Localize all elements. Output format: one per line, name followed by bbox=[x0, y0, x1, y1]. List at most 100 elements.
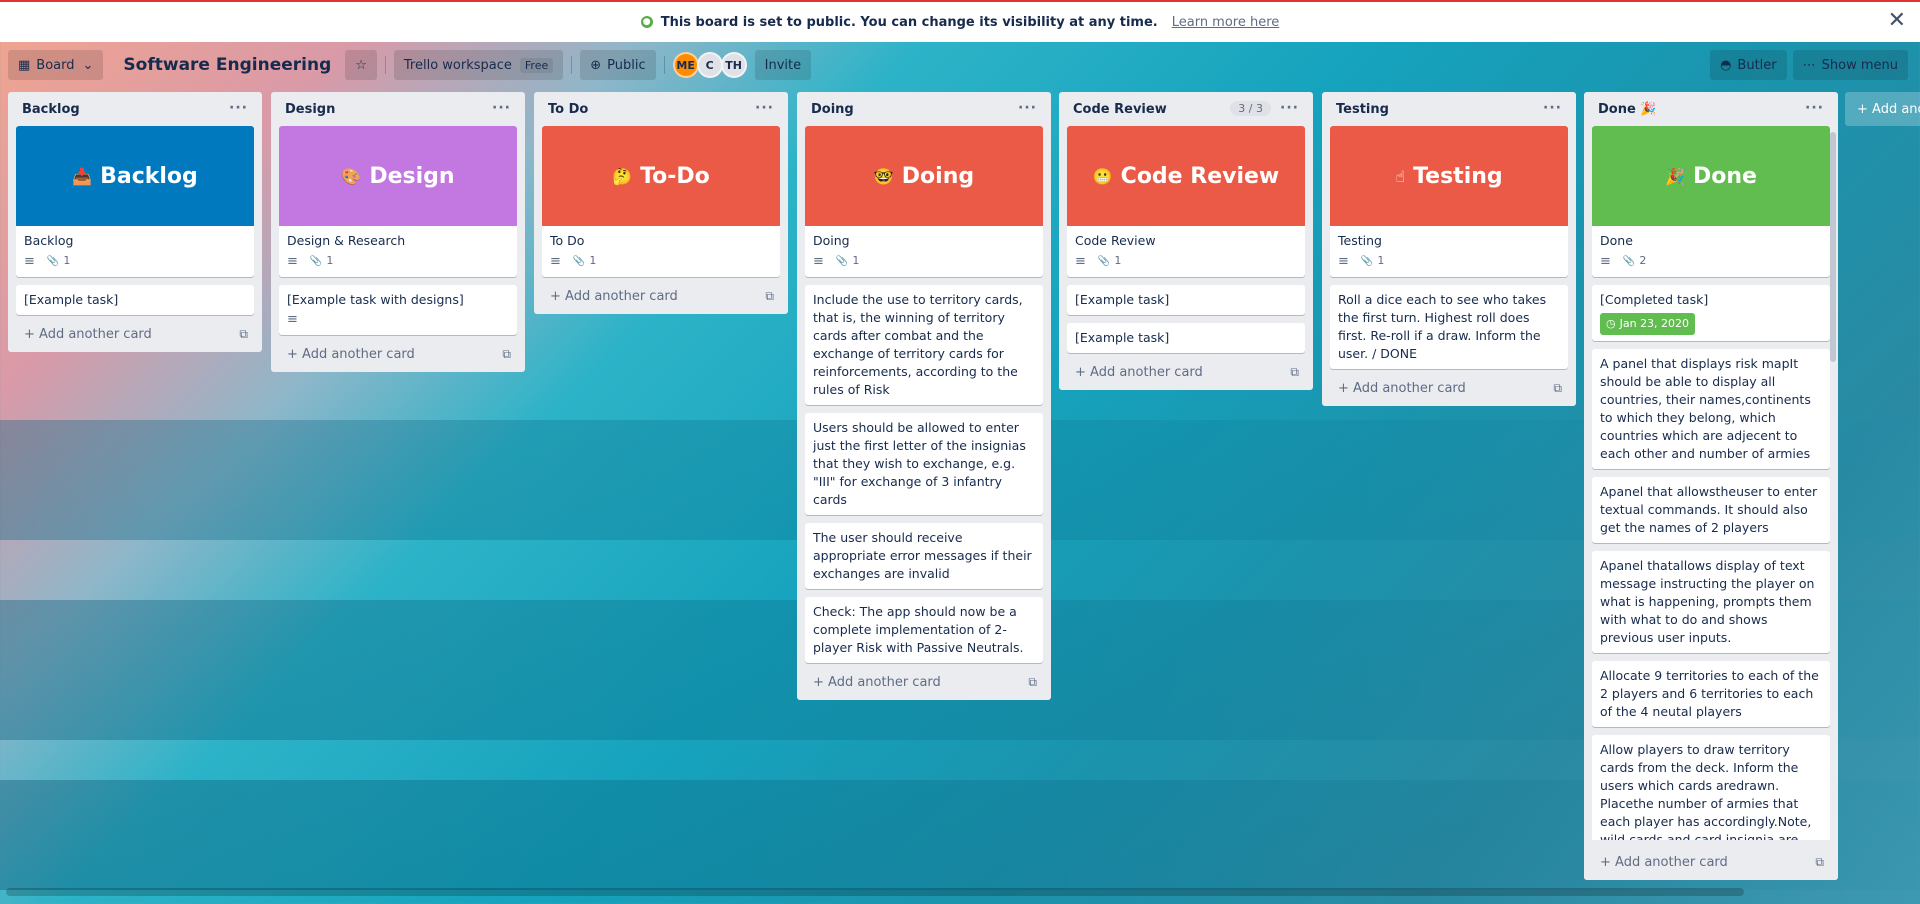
list-header[interactable]: Done 🎉 ··· bbox=[1584, 92, 1838, 126]
card[interactable]: 🎉 Done Done ≡ 📎 2 bbox=[1592, 126, 1830, 277]
cover-text: Doing bbox=[901, 163, 975, 189]
list-menu-icon[interactable]: ··· bbox=[492, 100, 511, 116]
board-view-button[interactable]: ▦ Board ⌄ bbox=[8, 50, 104, 80]
show-menu-label: Show menu bbox=[1821, 57, 1898, 73]
description-icon: ≡ bbox=[287, 312, 298, 327]
list-menu-icon[interactable]: ··· bbox=[1018, 100, 1037, 116]
card[interactable]: [Example task] bbox=[1067, 285, 1305, 315]
chevron-down-icon: ⌄ bbox=[82, 57, 94, 73]
card-template-icon[interactable]: ⧉ bbox=[765, 289, 774, 304]
add-card-button[interactable]: + Add another card ⧉ bbox=[534, 285, 788, 314]
board-header: ▦ Board ⌄ Software Engineering ☆ Trello … bbox=[0, 44, 1920, 86]
add-card-button[interactable]: + Add another card ⧉ bbox=[8, 323, 262, 352]
card-template-icon[interactable]: ⧉ bbox=[502, 347, 511, 362]
add-card-button[interactable]: + Add another card ⧉ bbox=[1584, 849, 1838, 880]
list-header[interactable]: Testing ··· bbox=[1322, 92, 1576, 126]
add-card-button[interactable]: + Add another card ⧉ bbox=[1059, 361, 1313, 390]
card[interactable]: ☝ Testing Testing ≡ 📎 1 bbox=[1330, 126, 1568, 277]
card[interactable]: Apanel thatallows display of text messag… bbox=[1592, 551, 1830, 653]
card[interactable]: [Example task] bbox=[16, 285, 254, 315]
card[interactable]: Roll a dice each to see who takes the fi… bbox=[1330, 285, 1568, 369]
list-scrollbar[interactable] bbox=[1830, 132, 1836, 362]
card[interactable]: 🤔 To-Do To Do ≡ 📎 1 bbox=[542, 126, 780, 277]
card[interactable]: [Example task] bbox=[1067, 323, 1305, 353]
card-title: Design & Research bbox=[287, 233, 406, 248]
list-header[interactable]: Doing ··· bbox=[797, 92, 1051, 126]
list-backlog: Backlog ··· 📥 Backlog Backlog ≡ 📎 1 [Example tas… bbox=[8, 92, 262, 352]
attachment-count: 1 bbox=[1377, 254, 1385, 267]
card-title: Include the use to territory cards, that… bbox=[813, 292, 1023, 397]
butler-button[interactable]: ◓ Butler bbox=[1710, 50, 1787, 80]
list-title[interactable]: Code Review bbox=[1073, 102, 1167, 117]
card[interactable]: 😬 Code Review Code Review ≡ 📎 1 bbox=[1067, 126, 1305, 277]
list-header[interactable]: To Do ··· bbox=[534, 92, 788, 126]
list-header[interactable]: Code Review 3 / 3 ··· bbox=[1059, 92, 1313, 126]
avatar[interactable]: TH bbox=[720, 52, 747, 78]
free-badge: Free bbox=[519, 57, 554, 73]
card[interactable]: A panel that displays risk mapIt should … bbox=[1592, 349, 1830, 469]
attachment-icon: 📎 bbox=[309, 256, 323, 267]
attachment-badge: 📎 1 bbox=[573, 252, 596, 271]
learn-more-link[interactable]: Learn more here bbox=[1172, 15, 1280, 30]
add-card-button[interactable]: + Add another card ⧉ bbox=[797, 671, 1051, 700]
card[interactable]: 📥 Backlog Backlog ≡ 📎 1 bbox=[16, 126, 254, 277]
cover-emoji-icon: 🎉 bbox=[1665, 166, 1685, 186]
card-template-icon[interactable]: ⧉ bbox=[1028, 675, 1037, 690]
card[interactable]: 🤓 Doing Doing ≡ 📎 1 bbox=[805, 126, 1043, 277]
list-title[interactable]: To Do bbox=[548, 102, 588, 117]
list-title[interactable]: Done 🎉 bbox=[1598, 102, 1657, 117]
card-template-icon[interactable]: ⧉ bbox=[239, 327, 248, 342]
add-list-button[interactable]: + Add another list bbox=[1845, 92, 1920, 126]
card[interactable]: Allocate 9 territories to each of the 2 … bbox=[1592, 661, 1830, 727]
star-button[interactable]: ☆ bbox=[345, 50, 377, 80]
card-title: Apanel thatallows display of text messag… bbox=[1600, 558, 1815, 645]
list-title[interactable]: Design bbox=[285, 102, 335, 117]
list-title[interactable]: Backlog bbox=[22, 102, 80, 117]
list-menu-icon[interactable]: ··· bbox=[229, 100, 248, 116]
board-title[interactable]: Software Engineering bbox=[123, 55, 331, 75]
attachment-badge: 📎 1 bbox=[47, 252, 70, 271]
list-title[interactable]: Testing bbox=[1336, 102, 1389, 117]
list-title[interactable]: Doing bbox=[811, 102, 854, 117]
due-date-badge[interactable]: ◷ Jan 23, 2020 bbox=[1600, 313, 1696, 335]
visibility-button[interactable]: ⊕ Public bbox=[580, 50, 656, 80]
workspace-button[interactable]: Trello workspace Free bbox=[393, 50, 564, 80]
list-menu-icon[interactable]: ··· bbox=[1543, 100, 1562, 116]
card[interactable]: [Completed task] ◷ Jan 23, 2020 bbox=[1592, 285, 1830, 341]
list-header[interactable]: Design ··· bbox=[271, 92, 525, 126]
add-card-button[interactable]: + Add another card ⧉ bbox=[271, 343, 525, 372]
card-title: [Example task with designs] bbox=[287, 292, 464, 307]
attachment-icon: 📎 bbox=[1097, 256, 1111, 267]
card[interactable]: Include the use to territory cards, that… bbox=[805, 285, 1043, 405]
card[interactable]: The user should receive appropriate erro… bbox=[805, 523, 1043, 589]
list-menu-icon[interactable]: ··· bbox=[1280, 100, 1299, 116]
avatar[interactable]: ME bbox=[672, 52, 699, 78]
list-header[interactable]: Backlog ··· bbox=[8, 92, 262, 126]
horizontal-scrollbar[interactable] bbox=[6, 888, 1744, 896]
avatar[interactable]: C bbox=[696, 52, 723, 78]
card[interactable]: Users should be allowed to enter just th… bbox=[805, 413, 1043, 515]
card[interactable]: [Example task with designs] ≡ bbox=[279, 285, 517, 335]
cover-emoji-icon: 📥 bbox=[72, 166, 93, 186]
card-title: Backlog bbox=[24, 233, 74, 248]
list-menu-icon[interactable]: ··· bbox=[1805, 100, 1824, 116]
card-title: Allow players to draw territory cards fr… bbox=[1600, 742, 1812, 840]
card-template-icon[interactable]: ⧉ bbox=[1290, 365, 1299, 380]
list-doing: Doing ··· 🤓 Doing Doing ≡ 📎 1 Include the use to… bbox=[797, 92, 1051, 700]
butler-icon: ◓ bbox=[1720, 57, 1732, 73]
card[interactable]: Allow players to draw territory cards fr… bbox=[1592, 735, 1830, 840]
card[interactable]: 🎨 Design Design & Research ≡ 📎 1 bbox=[279, 126, 517, 277]
add-card-button[interactable]: + Add another card ⧉ bbox=[1322, 377, 1576, 406]
card[interactable]: Apanel that allowstheuser to enter textu… bbox=[1592, 477, 1830, 543]
cover-text: Backlog bbox=[100, 163, 198, 189]
card-template-icon[interactable]: ⧉ bbox=[1815, 855, 1824, 870]
card-template-icon[interactable]: ⧉ bbox=[1553, 381, 1562, 396]
card[interactable]: Check: The app should now be a complete … bbox=[805, 597, 1043, 663]
close-icon[interactable]: ✕ bbox=[1888, 8, 1906, 33]
card-title: Allocate 9 territories to each of the 2 … bbox=[1600, 668, 1819, 719]
invite-button[interactable]: Invite bbox=[754, 50, 812, 80]
show-menu-button[interactable]: ⋯ Show menu bbox=[1792, 50, 1908, 80]
attachment-count: 1 bbox=[63, 254, 71, 267]
divider bbox=[384, 56, 386, 74]
list-menu-icon[interactable]: ··· bbox=[755, 100, 774, 116]
